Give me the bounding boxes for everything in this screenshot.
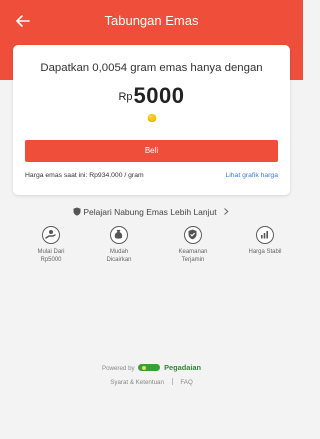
feature-label: Keamanan Terjamin [178, 249, 208, 263]
gold-coin-icon [147, 114, 157, 122]
purchase-card: Dapatkan 0,0054 gram emas hanya dengan R… [13, 45, 290, 195]
chevron-right-icon [224, 208, 229, 215]
link-divider [171, 378, 173, 385]
feature-label: Mudah Dicairkan [106, 249, 132, 263]
feature-stable-price: Harga Stabil [235, 226, 295, 257]
price-chart-link[interactable]: Lihat grafik harga [225, 172, 278, 179]
footer-links: Syarat & Ketentuan FAQ [0, 378, 303, 386]
brand-name: Pegadaian [164, 363, 202, 372]
feature-label: Mulai Dari Rp5000 [37, 249, 65, 263]
feature-security: Keamanan Terjamin [163, 226, 223, 264]
learn-more-label: Pelajari Nabung Emas Lebih Lanjut [83, 207, 217, 217]
pegadaian-logo-icon [138, 364, 161, 371]
feature-start-from: Mulai Dari Rp5000 [21, 226, 81, 264]
terms-link[interactable]: Syarat & Ketentuan [110, 379, 164, 386]
learn-more-link[interactable]: Pelajari Nabung Emas Lebih Lanjut [0, 207, 303, 217]
feature-label: Harga Stabil [248, 249, 282, 255]
shield-check-icon [184, 226, 202, 244]
hand-coin-icon [42, 226, 60, 244]
faq-link[interactable]: FAQ [180, 379, 192, 386]
currency-label: Rp [118, 91, 133, 103]
price-amount: Rp5000 [13, 83, 290, 109]
powered-by: Powered by Pegadaian [0, 363, 303, 372]
amount-value: 5000 [133, 83, 185, 108]
money-bag-icon [110, 226, 128, 244]
powered-by-label: Powered by [101, 365, 135, 372]
feature-easy-withdraw: Mudah Dicairkan [89, 226, 149, 264]
page-title: Tabungan Emas [104, 13, 199, 28]
current-gold-price: Harga emas saat ini: Rp934.000 / gram [25, 172, 144, 179]
buy-button[interactable]: Beli [25, 140, 278, 162]
gold-offer-headline: Dapatkan 0,0054 gram emas hanya dengan [40, 62, 263, 74]
shield-icon [73, 207, 81, 216]
bar-chart-icon [256, 226, 274, 244]
